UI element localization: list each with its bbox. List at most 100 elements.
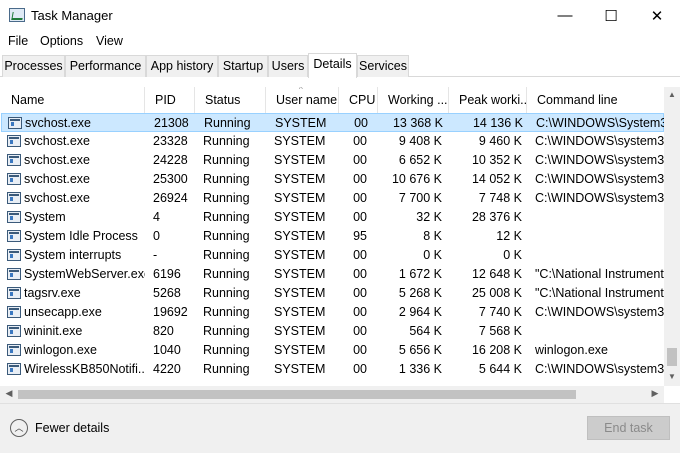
- scroll-right-arrow-icon[interactable]: ▶: [647, 388, 663, 399]
- maximize-button[interactable]: ☐: [588, 0, 634, 31]
- cell-cmd: C:\WINDOWS\System32: [536, 116, 664, 130]
- table-row[interactable]: svchost.exe 21308 Running SYSTEM 00 13 368 K 1…: [1, 113, 664, 132]
- tab-processes[interactable]: Processes: [2, 55, 65, 77]
- tab-users[interactable]: Users: [268, 55, 308, 77]
- cell-user: SYSTEM: [274, 229, 326, 243]
- cell-user: SYSTEM: [274, 267, 326, 281]
- tab-services[interactable]: Services: [357, 55, 409, 77]
- process-window-icon: [7, 154, 21, 166]
- table-row[interactable]: tagsrv.exe 5268 Running SYSTEM 00 5 268 K 25 0…: [1, 284, 664, 303]
- column-header-status[interactable]: Status: [195, 87, 266, 113]
- column-header-working-set[interactable]: Working ...: [378, 87, 449, 113]
- cell-cpu: 00: [353, 134, 367, 148]
- cell-working: 5 268 K: [398, 286, 442, 300]
- cell-user: SYSTEM: [274, 362, 326, 376]
- cell-working: 0 K: [423, 248, 442, 262]
- table-row[interactable]: System interrupts - Running SYSTEM 00 0 K 0 K: [1, 246, 664, 265]
- cell-user: SYSTEM: [274, 286, 326, 300]
- close-button[interactable]: ✕: [634, 0, 680, 31]
- title-bar: Task Manager — ☐ ✕: [0, 0, 680, 31]
- menu-options[interactable]: Options: [40, 34, 83, 48]
- cell-user: SYSTEM: [274, 210, 326, 224]
- cell-pid: 25300: [153, 172, 188, 186]
- cell-peak: 14 136 K: [472, 116, 523, 130]
- cell-user: SYSTEM: [274, 172, 326, 186]
- process-window-icon: [7, 173, 21, 185]
- cell-working: 2 964 K: [398, 305, 442, 319]
- cell-pid: 820: [153, 324, 174, 338]
- cell-status: Running: [203, 210, 250, 224]
- table-row[interactable]: System 4 Running SYSTEM 00 32 K 28 376 K: [1, 208, 664, 227]
- cell-user: SYSTEM: [275, 116, 327, 130]
- menu-file[interactable]: File: [8, 34, 28, 48]
- column-header-command-line[interactable]: Command line: [527, 87, 664, 113]
- cell-status: Running: [203, 134, 250, 148]
- cell-cmd: "C:\National Instrument: [535, 286, 664, 300]
- fewer-details-link[interactable]: Fewer details: [35, 421, 109, 435]
- process-window-icon: [7, 287, 21, 299]
- table-row[interactable]: svchost.exe 26924 Running SYSTEM 00 7 700 K 7 …: [1, 189, 664, 208]
- tab-performance[interactable]: Performance: [65, 55, 146, 77]
- cell-peak: 5 644 K: [478, 362, 522, 376]
- cell-name: svchost.exe: [24, 134, 91, 148]
- cell-cpu: 00: [353, 191, 367, 205]
- scroll-up-arrow-icon[interactable]: ▲: [664, 90, 680, 99]
- cell-name: svchost.exe: [24, 172, 91, 186]
- cell-working: 6 652 K: [398, 153, 442, 167]
- table-row[interactable]: svchost.exe 24228 Running SYSTEM 00 6 652 K 10…: [1, 151, 664, 170]
- cell-cmd: C:\WINDOWS\system32: [535, 134, 664, 148]
- vertical-scroll-thumb[interactable]: [667, 348, 677, 366]
- table-row[interactable]: SystemWebServer.exe 6196 Running SYSTEM 00 1 …: [1, 265, 664, 284]
- horizontal-scrollbar[interactable]: ◀ ▶: [0, 386, 664, 403]
- table-row[interactable]: wininit.exe 820 Running SYSTEM 00 564 K 7 568 …: [1, 322, 664, 341]
- chevron-up-circle-icon[interactable]: ︿: [10, 419, 28, 437]
- column-header-name[interactable]: Name: [1, 87, 145, 113]
- column-header-pid[interactable]: PID: [145, 87, 195, 113]
- scroll-down-arrow-icon[interactable]: ▼: [664, 372, 680, 381]
- cell-working: 8 K: [423, 229, 442, 243]
- cell-status: Running: [203, 191, 250, 205]
- tab-app-history[interactable]: App history: [146, 55, 218, 77]
- process-window-icon: [7, 306, 21, 318]
- scroll-left-arrow-icon[interactable]: ◀: [1, 388, 17, 399]
- cell-cpu: 00: [354, 116, 368, 130]
- cell-user: SYSTEM: [274, 134, 326, 148]
- cell-working: 9 408 K: [398, 134, 442, 148]
- process-table: Name PID Status User name CPU Working ..…: [1, 87, 664, 386]
- end-task-button[interactable]: End task: [587, 416, 670, 440]
- cell-status: Running: [203, 248, 250, 262]
- tab-startup[interactable]: Startup: [218, 55, 268, 77]
- cell-peak: 25 008 K: [471, 286, 522, 300]
- cell-working: 13 368 K: [392, 116, 443, 130]
- cell-working: 1 672 K: [398, 267, 442, 281]
- window-title: Task Manager: [31, 8, 113, 23]
- column-header-cpu[interactable]: CPU: [339, 87, 378, 113]
- process-window-icon: [7, 230, 21, 242]
- table-row[interactable]: svchost.exe 25300 Running SYSTEM 00 10 676 K 1…: [1, 170, 664, 189]
- table-row[interactable]: svchost.exe 23328 Running SYSTEM 00 9 408 K 9 …: [1, 132, 664, 151]
- menu-view[interactable]: View: [96, 34, 123, 48]
- table-row[interactable]: WirelessKB850Notifi... 4220 Running SYSTEM 0…: [1, 360, 664, 379]
- table-header: Name PID Status User name CPU Working ..…: [1, 87, 664, 113]
- cell-peak: 7 740 K: [478, 305, 522, 319]
- tab-details[interactable]: Details: [308, 53, 357, 78]
- table-row[interactable]: winlogon.exe 1040 Running SYSTEM 00 5 656 K 16…: [1, 341, 664, 360]
- cell-peak: 0 K: [503, 248, 522, 262]
- horizontal-scroll-thumb[interactable]: [18, 390, 576, 399]
- cell-cpu: 00: [353, 343, 367, 357]
- vertical-scrollbar[interactable]: ▲ ▼: [664, 87, 680, 386]
- task-manager-app-icon: [9, 8, 25, 22]
- cell-name: svchost.exe: [25, 116, 92, 130]
- cell-name: System: [24, 210, 66, 224]
- cell-status: Running: [203, 305, 250, 319]
- cell-name: WirelessKB850Notifi...: [24, 362, 145, 376]
- cell-working: 10 676 K: [391, 172, 442, 186]
- table-row[interactable]: System Idle Process 0 Running SYSTEM 95 8 K 12…: [1, 227, 664, 246]
- cell-cpu: 00: [353, 210, 367, 224]
- table-row[interactable]: unsecapp.exe 19692 Running SYSTEM 00 2 964 K 7…: [1, 303, 664, 322]
- cell-working: 1 336 K: [398, 362, 442, 376]
- minimize-button[interactable]: —: [542, 0, 588, 31]
- column-header-peak-working-set[interactable]: Peak worki...: [449, 87, 527, 113]
- cell-peak: 7 568 K: [478, 324, 522, 338]
- cell-peak: 14 052 K: [471, 172, 522, 186]
